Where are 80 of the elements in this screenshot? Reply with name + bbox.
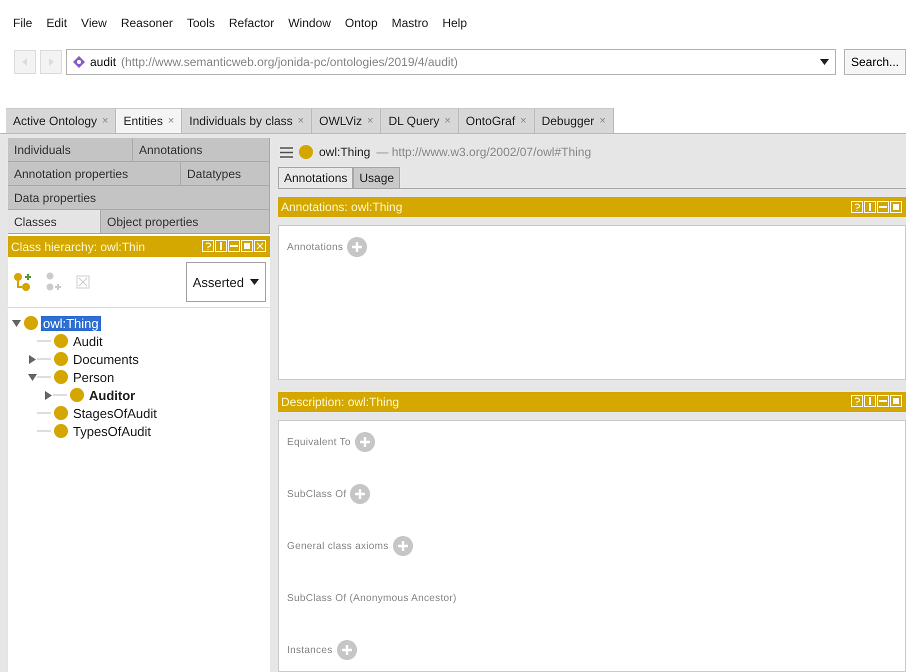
- view-title: Class hierarchy: owl:Thin: [11, 240, 146, 254]
- menu-item[interactable]: Edit: [39, 16, 74, 30]
- entity-tab[interactable]: Datatypes: [181, 162, 270, 186]
- menu-item[interactable]: Help: [435, 16, 474, 30]
- connector-icon: [37, 375, 51, 379]
- section-label: Equivalent To: [287, 436, 351, 448]
- ontology-icon: [73, 56, 85, 68]
- class-icon: [54, 370, 68, 384]
- forward-button[interactable]: [40, 50, 62, 74]
- class-name[interactable]: Person: [71, 370, 116, 384]
- section-label: General class axioms: [287, 540, 389, 552]
- class-icon: [54, 406, 68, 420]
- class-name[interactable]: Auditor: [87, 388, 138, 402]
- menu-item[interactable]: File: [6, 16, 40, 30]
- mode-dropdown[interactable]: Asserted: [186, 262, 266, 302]
- section-label: SubClass Of: [287, 488, 346, 500]
- entity-tab[interactable]: Individuals: [8, 138, 133, 162]
- section-label: Instances: [287, 644, 333, 656]
- tab[interactable]: Entities ×: [116, 108, 182, 133]
- entity-tab[interactable]: Classes: [8, 210, 101, 234]
- add-icon[interactable]: [354, 432, 375, 452]
- tab[interactable]: DL Query ×: [381, 108, 459, 133]
- class-icon: [54, 334, 68, 348]
- connector-icon: [37, 339, 51, 343]
- tab[interactable]: Debugger ×: [534, 108, 614, 133]
- collapsed-icon[interactable]: [44, 390, 53, 400]
- expanded-icon[interactable]: [12, 318, 21, 328]
- view-title: Description: owl:Thing: [281, 394, 400, 409]
- class-name[interactable]: TypesOfAudit: [71, 424, 154, 438]
- class-name[interactable]: Audit: [71, 334, 105, 348]
- entity-tab[interactable]: Data properties: [8, 186, 270, 210]
- back-button[interactable]: [14, 50, 36, 74]
- class-name[interactable]: owl:Thing: [41, 316, 101, 330]
- menu-icon[interactable]: [280, 146, 293, 158]
- menu-item[interactable]: Ontop: [338, 16, 385, 30]
- view-controls-icon[interactable]: [851, 200, 903, 214]
- class-icon: [70, 388, 84, 402]
- view-tab[interactable]: Usage: [353, 166, 400, 188]
- add-icon[interactable]: [336, 640, 357, 660]
- tab[interactable]: OWLViz ×: [312, 108, 382, 133]
- class-icon: [54, 424, 68, 438]
- entity-tab[interactable]: Object properties: [101, 210, 270, 234]
- tab[interactable]: OntoGraf ×: [458, 108, 535, 133]
- menu-item[interactable]: Mastro: [384, 16, 436, 30]
- connector-icon: [37, 411, 51, 415]
- add-subclass-icon[interactable]: [12, 271, 34, 293]
- view-controls-icon[interactable]: [202, 240, 267, 253]
- caret-icon: [250, 279, 259, 285]
- section-label: Annotations: [287, 242, 344, 253]
- class-icon: [54, 352, 68, 366]
- entity-name: owl:Thing: [319, 145, 370, 160]
- add-icon[interactable]: [347, 237, 368, 258]
- add-icon[interactable]: [392, 536, 413, 556]
- menu-item[interactable]: Window: [281, 16, 338, 30]
- expanded-icon[interactable]: [28, 372, 37, 382]
- class-name[interactable]: Documents: [71, 352, 141, 366]
- collapsed-icon[interactable]: [28, 354, 37, 364]
- menu-item[interactable]: Tools: [180, 16, 222, 30]
- menu-item[interactable]: Refactor: [222, 16, 282, 30]
- class-icon: [24, 316, 38, 330]
- view-controls-icon[interactable]: [851, 395, 903, 408]
- connector-icon: [53, 393, 67, 397]
- ontology-field[interactable]: audit (http://www.semanticweb.org/jonida-pc/ontologies/2019/4/audit): [66, 49, 836, 75]
- dropdown-icon[interactable]: [820, 59, 829, 65]
- entity-tab[interactable]: Annotations: [133, 138, 270, 162]
- entity-iri: — http://www.w3.org/2002/07/owl#Thing: [376, 145, 592, 160]
- class-name[interactable]: StagesOfAudit: [71, 406, 159, 420]
- menu-item[interactable]: View: [74, 16, 114, 30]
- class-icon: [299, 145, 313, 160]
- add-icon[interactable]: [350, 484, 370, 504]
- section-label: SubClass Of (Anonymous Ancestor): [287, 592, 457, 604]
- connector-icon: [37, 357, 51, 361]
- search-button[interactable]: Search...: [844, 49, 906, 75]
- connector-icon: [37, 429, 51, 433]
- entity-tab[interactable]: Annotation properties: [8, 162, 181, 186]
- tab[interactable]: Active Ontology ×: [6, 108, 116, 133]
- menu-item[interactable]: Reasoner: [114, 16, 180, 30]
- tab[interactable]: Individuals by class ×: [182, 108, 312, 133]
- view-title: Annotations: owl:Thing: [281, 200, 404, 214]
- view-tab[interactable]: Annotations: [278, 166, 354, 188]
